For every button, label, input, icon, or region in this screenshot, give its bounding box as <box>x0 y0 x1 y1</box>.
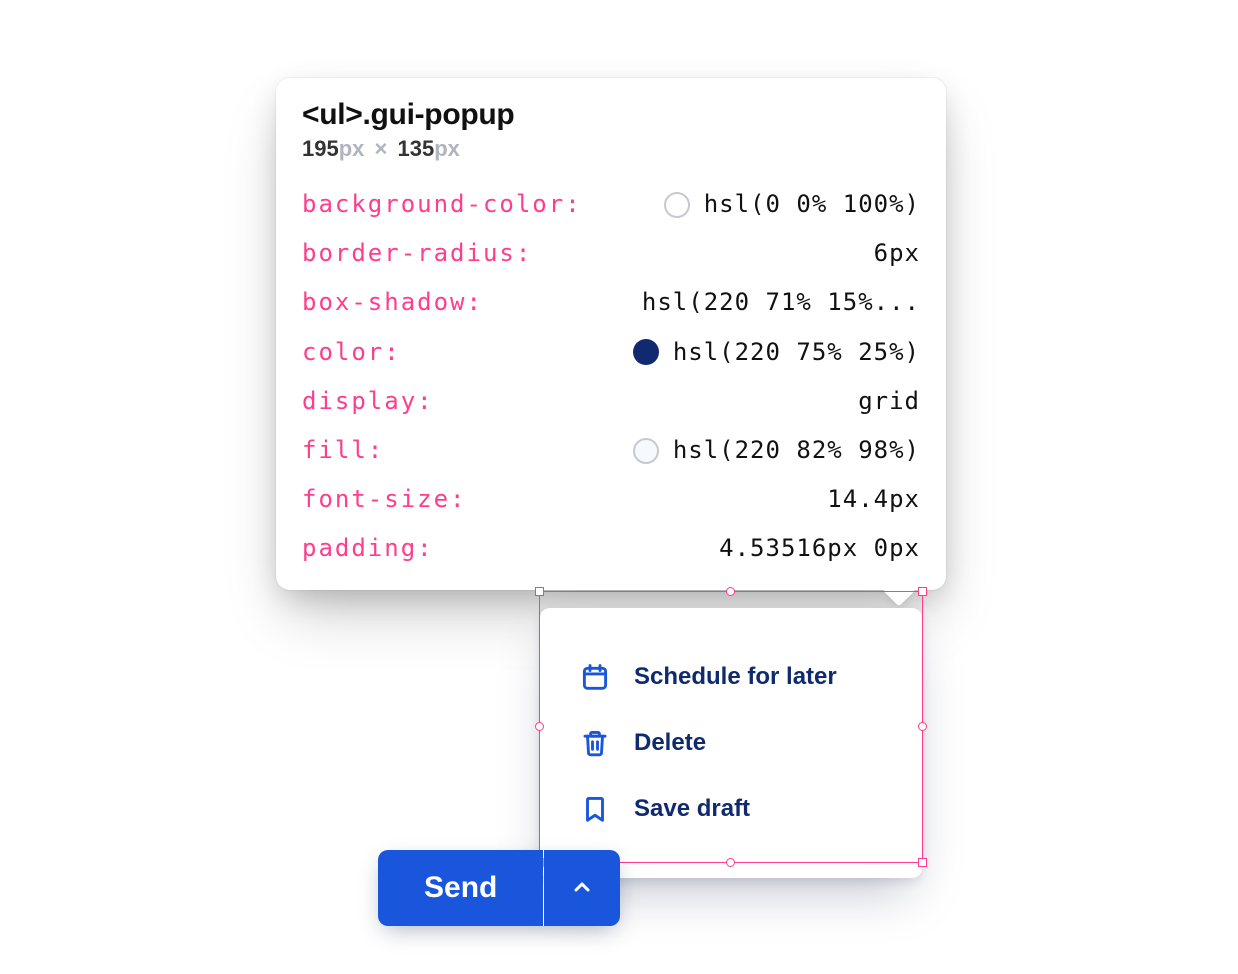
css-property-row: display: grid <box>302 383 920 420</box>
popup-item-label: Delete <box>634 729 706 757</box>
inspected-width: 195 <box>302 136 339 161</box>
color-swatch-icon <box>633 339 659 365</box>
inspected-height: 135 <box>398 136 435 161</box>
gui-popup[interactable]: Schedule for later Delete Save draft <box>540 608 922 878</box>
unit-label: px <box>339 136 365 161</box>
inspected-tag: <ul> <box>302 98 363 131</box>
css-property-value: hsl(220 82% 98%) <box>633 432 920 469</box>
css-property-name: display: <box>302 383 434 420</box>
popup-item-label: Schedule for later <box>634 663 837 691</box>
color-swatch-icon <box>664 192 690 218</box>
css-property-value: 14.4px <box>827 481 920 518</box>
inspected-class: .gui-popup <box>363 98 515 131</box>
popup-item-save-draft[interactable]: Save draft <box>540 776 922 842</box>
css-property-value: hsl(220 75% 25%) <box>633 334 920 371</box>
css-property-row: box-shadow: hsl(220 71% 15%... <box>302 284 920 321</box>
trash-icon <box>580 728 610 758</box>
css-property-value: hsl(220 71% 15%... <box>642 284 920 321</box>
css-property-name: padding: <box>302 530 434 567</box>
css-property-row: fill: hsl(220 82% 98%) <box>302 432 920 469</box>
css-property-value: grid <box>858 383 920 420</box>
calendar-icon <box>580 662 610 692</box>
css-property-value: hsl(0 0% 100%) <box>664 186 920 223</box>
chevron-up-icon <box>570 875 594 902</box>
send-options-toggle[interactable] <box>544 850 620 926</box>
css-property-row: border-radius: 6px <box>302 235 920 272</box>
popup-item-schedule[interactable]: Schedule for later <box>540 644 922 710</box>
css-property-value: 4.53516px 0px <box>719 530 920 567</box>
color-swatch-icon <box>633 438 659 464</box>
inspected-dimensions: 195px × 135px <box>302 136 920 162</box>
css-property-name: box-shadow: <box>302 284 483 321</box>
unit-label: px <box>434 136 460 161</box>
send-button[interactable]: Send <box>378 850 543 926</box>
css-property-name: background-color: <box>302 186 582 223</box>
css-property-name: font-size: <box>302 481 467 518</box>
bookmark-icon <box>580 794 610 824</box>
css-property-name: color: <box>302 334 401 371</box>
css-property-row: color: hsl(220 75% 25%) <box>302 334 920 371</box>
css-property-row: background-color: hsl(0 0% 100%) <box>302 186 920 223</box>
popup-item-delete[interactable]: Delete <box>540 710 922 776</box>
send-split-button: Send <box>378 850 620 926</box>
dimension-separator: × <box>375 136 388 161</box>
css-property-name: fill: <box>302 432 384 469</box>
css-property-row: padding: 4.53516px 0px <box>302 530 920 567</box>
css-property-name: border-radius: <box>302 235 532 272</box>
css-property-value: 6px <box>874 235 920 272</box>
devtools-css-tooltip: <ul>.gui-popup 195px × 135px background-… <box>276 78 946 590</box>
send-button-label: Send <box>424 871 497 905</box>
popup-item-label: Save draft <box>634 795 750 823</box>
css-properties-table: background-color: hsl(0 0% 100%) border-… <box>302 186 920 568</box>
inspected-selector: <ul>.gui-popup <box>302 98 920 132</box>
css-property-row: font-size: 14.4px <box>302 481 920 518</box>
